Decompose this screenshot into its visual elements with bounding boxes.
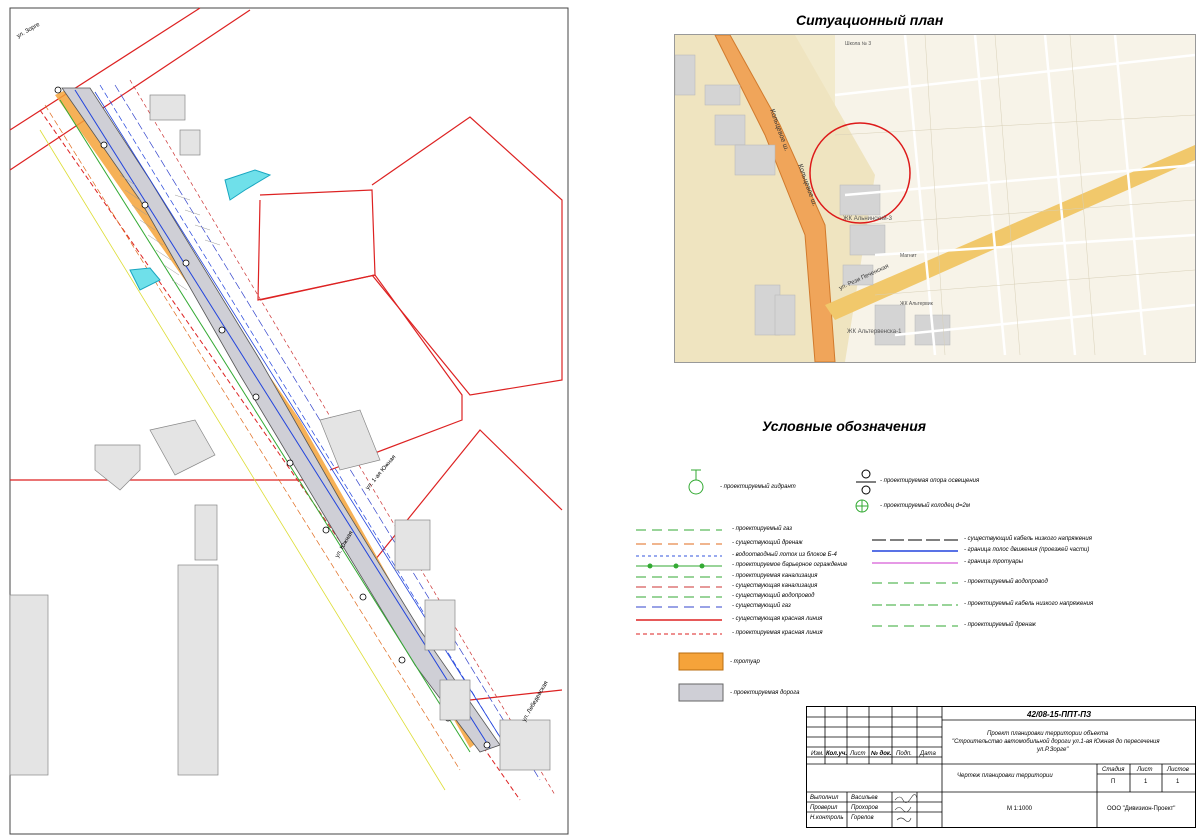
drawing-sheet: ул. 1-ая Южная ул. Южная ул. Лебедевская… xyxy=(0,0,1200,838)
header-doc: № док. xyxy=(871,751,892,757)
role-label: Проверил xyxy=(810,805,838,811)
legend-line-label: - граница полос движения (проезжей части… xyxy=(964,547,1090,553)
col-sheets: Листов xyxy=(1167,767,1189,773)
situation-map: Кольцевое ш. Кольцевое ш. ЖК Альнинский-… xyxy=(674,34,1196,363)
legend-line-label: - проектируемая красная линия xyxy=(732,630,823,636)
situation-plan-title: Ситуационный план xyxy=(796,12,944,28)
legend-line-label: - проектируемый дренаж xyxy=(964,622,1036,628)
project-line-2: "Строительство автомобильной дороги ул.1… xyxy=(952,739,1160,745)
legend-line-label: - существующий водопровод xyxy=(732,593,815,599)
header-izm: Изм. xyxy=(811,751,824,757)
svg-text:Магнит: Магнит xyxy=(900,253,917,259)
role-name: Васильев xyxy=(851,795,878,801)
legend-line-label: - проектируемый кабель низкого напряжени… xyxy=(964,601,1094,607)
val-sheets: 1 xyxy=(1176,779,1180,785)
signature-2 xyxy=(894,806,912,813)
legend-line-label: - граница тротуары xyxy=(964,559,1023,565)
legend-line-label: - существующая канализация xyxy=(732,583,818,589)
water-feature xyxy=(224,169,272,201)
legend-line-label: - существующий кабель низкого напряжения xyxy=(964,536,1092,542)
project-line-3: ул.Р.Зорге" xyxy=(1037,747,1069,753)
drawing-name: Чертеж планировки территории xyxy=(957,773,1053,779)
role-name: Прохоров xyxy=(851,805,878,811)
col-stage: Стадия xyxy=(1102,767,1125,773)
project-line-1: Проект планировки территории объекта xyxy=(987,731,1109,737)
legend-line-label: - водоотводный лоток из блоков Б-4 xyxy=(732,552,837,558)
legend-line-label: - проектируемый водопровод xyxy=(964,579,1048,585)
header-kol: Кол.уч. xyxy=(826,751,848,757)
col-sheet: Лист xyxy=(1137,767,1153,773)
legend-line-label: - существующий дренаж xyxy=(732,540,803,546)
company-name: ООО "Дивизион-Проект" xyxy=(1107,806,1176,812)
scale-label: М 1:1000 xyxy=(1007,806,1033,812)
street-label-3: ул. Лебедевская xyxy=(522,680,550,723)
legend-line-label: - проектируемая канализация xyxy=(732,573,818,579)
svg-text:ЖК Альтервик: ЖК Альтервик xyxy=(900,301,934,307)
svg-text:Школа № 3: Школа № 3 xyxy=(845,41,871,47)
signature-1 xyxy=(894,794,918,803)
signature-3 xyxy=(896,817,912,822)
legend-fill-label: - проектируемая дорога xyxy=(730,690,800,696)
legend-well-label: - проектируемый колодец d=2м xyxy=(880,503,970,509)
legend-title: Условные обозначения xyxy=(762,418,927,434)
svg-text:ЖК Альтервенска-1: ЖК Альтервенска-1 xyxy=(847,329,902,335)
legend-line-label: - существующая красная линия xyxy=(732,616,823,622)
document-code: 42/08-15-ППТ-ПЗ xyxy=(1027,710,1092,719)
role-label: Н.контроль xyxy=(810,815,844,821)
legend-fill-label: - тротуар xyxy=(730,659,760,665)
legend-pole-label: - проектируемая опора освещения xyxy=(880,478,980,484)
header-list: Лист xyxy=(850,751,866,757)
legend-line-label: - проектируемый газ xyxy=(732,526,793,532)
legend-line-label: - проектируемое барьерное ограждение xyxy=(732,562,848,568)
role-name: Горелов xyxy=(851,815,874,821)
street-label-4: ул. Зорге xyxy=(16,22,42,40)
title-block: 42/08-15-ППТ-ПЗ Проект планировки террит… xyxy=(806,706,1196,828)
val-sheet: 1 xyxy=(1144,779,1148,785)
role-label: Выполнил xyxy=(810,795,839,801)
legend-line-label: - существующий газ xyxy=(732,603,791,609)
header-data: Дата xyxy=(920,751,936,757)
header-podp: Подп. xyxy=(896,751,912,757)
val-stage: П xyxy=(1111,779,1116,785)
svg-text:ЖК Альнинский-3: ЖК Альнинский-3 xyxy=(843,215,893,222)
legend-hydrant-label: - проектируемый гидрант xyxy=(720,484,796,490)
